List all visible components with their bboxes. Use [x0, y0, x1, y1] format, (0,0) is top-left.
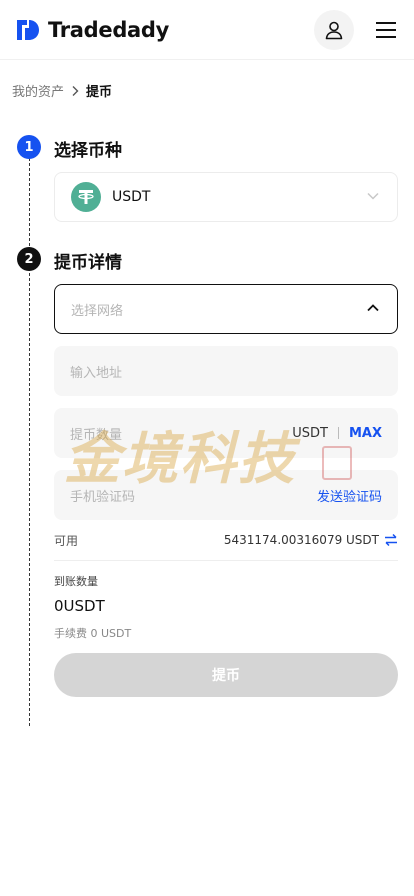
hamburger-menu-icon — [376, 22, 396, 38]
breadcrumb-my-assets-link[interactable]: 我的资产 — [12, 81, 64, 100]
brand-name: Tradedady — [48, 18, 170, 42]
fee-text: 手续费 0 USDT — [54, 627, 132, 640]
amount-unit: USDT — [292, 425, 328, 441]
address-placeholder: 输入地址 — [70, 365, 123, 381]
chevron-up-icon — [367, 304, 379, 312]
user-account-button[interactable] — [314, 10, 354, 50]
step-1-title: 选择币种 — [54, 141, 122, 161]
user-icon — [325, 21, 343, 40]
withdraw-submit-button[interactable]: 提币 — [54, 653, 398, 697]
step-1-badge: 1 — [17, 135, 41, 159]
step-2-badge: 2 — [17, 247, 41, 271]
unit-divider — [337, 427, 339, 439]
step-2-title: 提币详情 — [54, 253, 122, 273]
available-balance-row: 可用 5431174.00316079 USDT — [54, 529, 398, 551]
breadcrumb-current: 提币 — [86, 85, 113, 100]
coin-select[interactable]: USDT — [54, 172, 398, 222]
breadcrumb: 我的资产 提币 — [12, 81, 112, 100]
available-label: 可用 — [54, 533, 79, 548]
chevron-right-icon — [72, 85, 79, 96]
tether-icon — [71, 182, 101, 212]
max-button[interactable]: MAX — [349, 426, 382, 441]
send-code-button[interactable]: 发送验证码 — [317, 470, 382, 520]
menu-button[interactable] — [374, 18, 398, 42]
top-header: Tradedady — [0, 0, 414, 60]
address-input[interactable]: 输入地址 — [54, 346, 398, 396]
swap-icon[interactable] — [384, 533, 398, 547]
chevron-down-icon — [367, 192, 379, 200]
tradedady-logo-icon — [17, 20, 39, 40]
selected-coin-label: USDT — [112, 189, 151, 205]
verification-placeholder: 手机验证码 — [70, 489, 136, 505]
divider — [54, 560, 398, 561]
network-select[interactable]: 选择网络 — [54, 284, 398, 334]
network-placeholder: 选择网络 — [71, 303, 124, 319]
available-value: 5431174.00316079 USDT — [223, 533, 379, 547]
receive-amount-value: 0USDT — [54, 597, 105, 615]
brand-logo[interactable]: Tradedady — [16, 18, 169, 42]
amount-placeholder: 提币数量 — [70, 427, 123, 443]
verification-code-input[interactable]: 手机验证码 发送验证码 — [54, 470, 398, 520]
receive-amount-label: 到账数量 — [54, 575, 98, 588]
amount-input[interactable]: 提币数量 USDT MAX — [54, 408, 398, 458]
amount-suffix: USDT MAX — [292, 408, 382, 458]
step-connector-line — [29, 158, 30, 726]
